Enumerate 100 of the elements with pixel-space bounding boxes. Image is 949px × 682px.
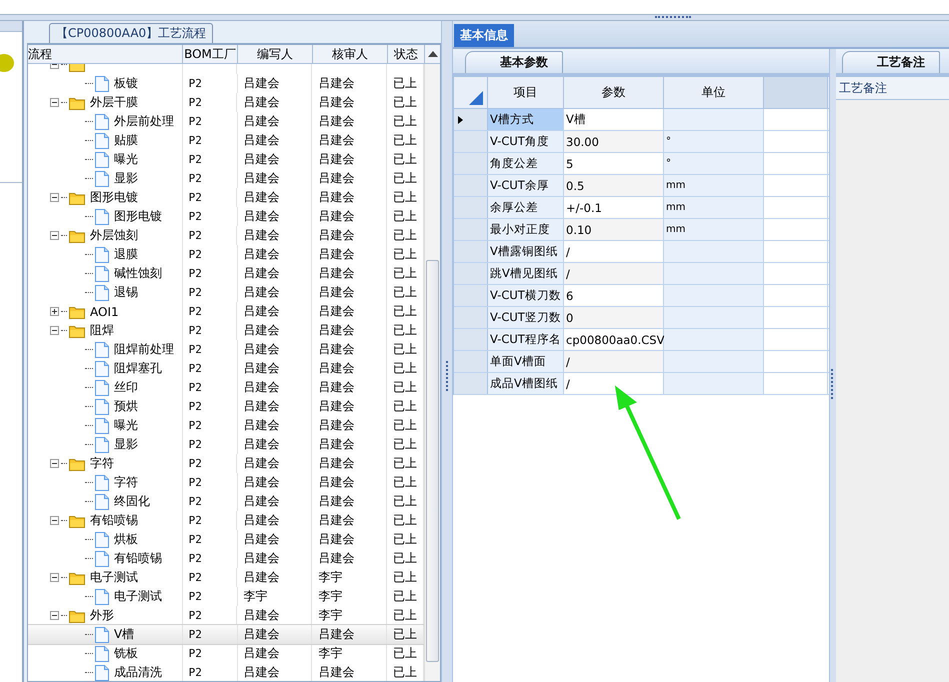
- tab[interactable]: 工艺备注: [842, 51, 940, 73]
- tree-row[interactable]: 电子测试 P2 吕建会 李宇 已上: [28, 568, 424, 587]
- tree-row[interactable]: 退锡 P2 吕建会 吕建会 已上: [28, 283, 424, 302]
- tree-row[interactable]: 有铅喷锡 P2 吕建会 吕建会 已上: [28, 549, 424, 568]
- tree-row[interactable]: 成品清洗 P2 吕建会 吕建会 已上: [28, 663, 424, 681]
- column-header[interactable]: 核审人: [313, 45, 388, 63]
- column-header[interactable]: 参数: [564, 77, 664, 108]
- table-cell[interactable]: /: [564, 351, 664, 372]
- document-icon: [95, 208, 109, 224]
- table-cell[interactable]: 30.00: [564, 131, 664, 152]
- table-cell[interactable]: /: [564, 241, 664, 262]
- table-cell: 吕建会: [312, 340, 388, 359]
- table-cell: V槽露铜图纸: [488, 241, 564, 262]
- document-icon: [95, 626, 109, 642]
- table-cell: P2: [182, 568, 238, 587]
- table-cell: 吕建会: [312, 302, 388, 321]
- document-icon: [95, 588, 109, 604]
- select-all-corner-icon[interactable]: [469, 91, 483, 105]
- splitter-bar[interactable]: [829, 49, 836, 682]
- folder-icon: [69, 570, 85, 584]
- collapse-icon[interactable]: [50, 98, 59, 107]
- vertical-scrollbar[interactable]: [424, 64, 440, 681]
- document-icon: [95, 418, 109, 434]
- tree-row[interactable]: 外层蚀刻 P2 吕建会 吕建会 已上: [28, 226, 424, 245]
- tree-row[interactable]: 字符 P2 吕建会 吕建会 已上: [28, 473, 424, 492]
- tree-row[interactable]: 阻焊 P2 吕建会 吕建会 已上: [28, 321, 424, 340]
- notes-label: 工艺备注: [836, 77, 949, 100]
- process-step-label: 阻焊塞孔: [114, 360, 162, 377]
- table-cell: 吕建会: [238, 473, 312, 492]
- process-step-label: 终固化: [114, 493, 150, 510]
- table-cell[interactable]: 5: [564, 153, 664, 174]
- collapse-icon[interactable]: [50, 459, 59, 468]
- document-icon: [95, 114, 109, 130]
- table-cell: 最小对正度: [488, 219, 564, 240]
- row-header[interactable]: [454, 109, 488, 130]
- table-cell: 吕建会: [237, 454, 312, 473]
- tree-row[interactable]: 阻焊前处理 P2 吕建会 吕建会 已上: [28, 340, 424, 359]
- table-cell: 吕建会: [312, 492, 388, 511]
- table-cell[interactable]: cp00800aa0.CSV: [564, 329, 664, 350]
- tab[interactable]: 基本参数: [465, 51, 563, 73]
- collapse-icon[interactable]: [50, 326, 59, 335]
- tree-row[interactable]: 图形电镀 P2 吕建会 吕建会 已上: [28, 207, 424, 226]
- table-cell[interactable]: V槽: [564, 109, 664, 130]
- column-header[interactable]: 项目: [488, 77, 564, 108]
- process-step-label: 成品清洗: [114, 664, 162, 681]
- tree-row[interactable]: 外层干膜 P2 吕建会 吕建会 已上: [28, 93, 424, 112]
- tab[interactable]: 基本信息: [454, 24, 514, 47]
- table-cell[interactable]: +/-0.1: [564, 197, 664, 218]
- table-cell[interactable]: 0.5: [564, 175, 664, 196]
- table-cell[interactable]: /: [564, 263, 664, 284]
- tree-row[interactable]: AOI1 P2 吕建会 吕建会 已上: [28, 302, 424, 321]
- tree-row[interactable]: 退膜 P2 吕建会 吕建会 已上: [28, 245, 424, 264]
- tree-row[interactable]: 曝光 P2 吕建会 吕建会 已上: [28, 416, 424, 435]
- tree-row[interactable]: 预烘 P2 吕建会 吕建会 已上: [28, 397, 424, 416]
- tree-row[interactable]: 有铅喷锡 P2 吕建会 吕建会 已上: [28, 511, 424, 530]
- process-step-label: 退锡: [114, 284, 138, 301]
- tree-row[interactable]: 铣板 P2 吕建会 李宇 已上: [28, 644, 424, 663]
- collapse-icon[interactable]: [50, 516, 59, 525]
- table-cell: 吕建会: [237, 188, 312, 207]
- table-cell: 吕建会: [312, 359, 388, 378]
- collapse-icon[interactable]: [50, 573, 59, 582]
- tree-row[interactable]: 曝光 P2 吕建会 吕建会 已上: [28, 150, 424, 169]
- tree-row[interactable]: 贴膜 P2 吕建会 吕建会 已上: [28, 131, 424, 150]
- tree-row[interactable]: 板镀 P2 吕建会 吕建会 已上: [28, 74, 424, 93]
- table-cell[interactable]: 0: [564, 307, 664, 328]
- column-header[interactable]: 编写人: [238, 45, 313, 63]
- expand-icon[interactable]: [50, 307, 59, 316]
- tree-row[interactable]: 外层前处理 P2 吕建会 吕建会 已上: [28, 112, 424, 131]
- tree-row[interactable]: 丝印 P2 吕建会 吕建会 已上: [28, 378, 424, 397]
- table-cell: P2: [182, 302, 238, 321]
- column-header[interactable]: BOM工厂: [183, 45, 238, 63]
- tree-row[interactable]: 碱性蚀刻 P2 吕建会 吕建会 已上: [28, 264, 424, 283]
- tree-row[interactable]: 显影 P2 吕建会 吕建会 已上: [28, 169, 424, 188]
- scrollbar-thumb[interactable]: [426, 260, 439, 662]
- tree-row[interactable]: 电子测试 P2 李宇 李宇 已上: [28, 587, 424, 606]
- table-cell: mm: [664, 219, 764, 240]
- tree-row[interactable]: 字符 P2 吕建会 吕建会 已上: [28, 454, 424, 473]
- tree-row[interactable]: 显影 P2 吕建会 吕建会 已上: [28, 435, 424, 454]
- table-cell[interactable]: 0.10: [564, 219, 664, 240]
- table-cell[interactable]: 6: [564, 285, 664, 306]
- collapse-icon[interactable]: [50, 611, 59, 620]
- tree-row[interactable]: 图形电镀 P2 吕建会 吕建会 已上: [28, 188, 424, 207]
- tree-row[interactable]: V槽 P2 吕建会 吕建会 已上: [28, 625, 424, 644]
- table-cell: 吕建会: [312, 625, 388, 644]
- document-icon: [95, 398, 109, 414]
- table-cell: 跳V槽见图纸: [488, 263, 564, 284]
- tree-row[interactable]: 烘板 P2 吕建会 吕建会 已上: [28, 530, 424, 549]
- table-cell: P2: [182, 663, 238, 681]
- collapse-icon[interactable]: [50, 193, 59, 202]
- panel-title-tab[interactable]: 【CP00800AA0】工艺流程: [49, 23, 214, 43]
- column-header[interactable]: 流程: [28, 45, 183, 63]
- table-cell: 吕建会: [238, 131, 312, 150]
- collapse-icon[interactable]: [50, 231, 59, 240]
- process-step-label: 电子测试: [114, 588, 162, 605]
- column-header[interactable]: 状态: [388, 45, 425, 63]
- tree-row[interactable]: 阻焊塞孔 P2 吕建会 吕建会 已上: [28, 359, 424, 378]
- table-cell[interactable]: /: [564, 373, 664, 394]
- table-cell: °: [664, 153, 764, 174]
- table-cell: 吕建会: [312, 74, 388, 93]
- tree-row[interactable]: 终固化 P2 吕建会 吕建会 已上: [28, 492, 424, 511]
